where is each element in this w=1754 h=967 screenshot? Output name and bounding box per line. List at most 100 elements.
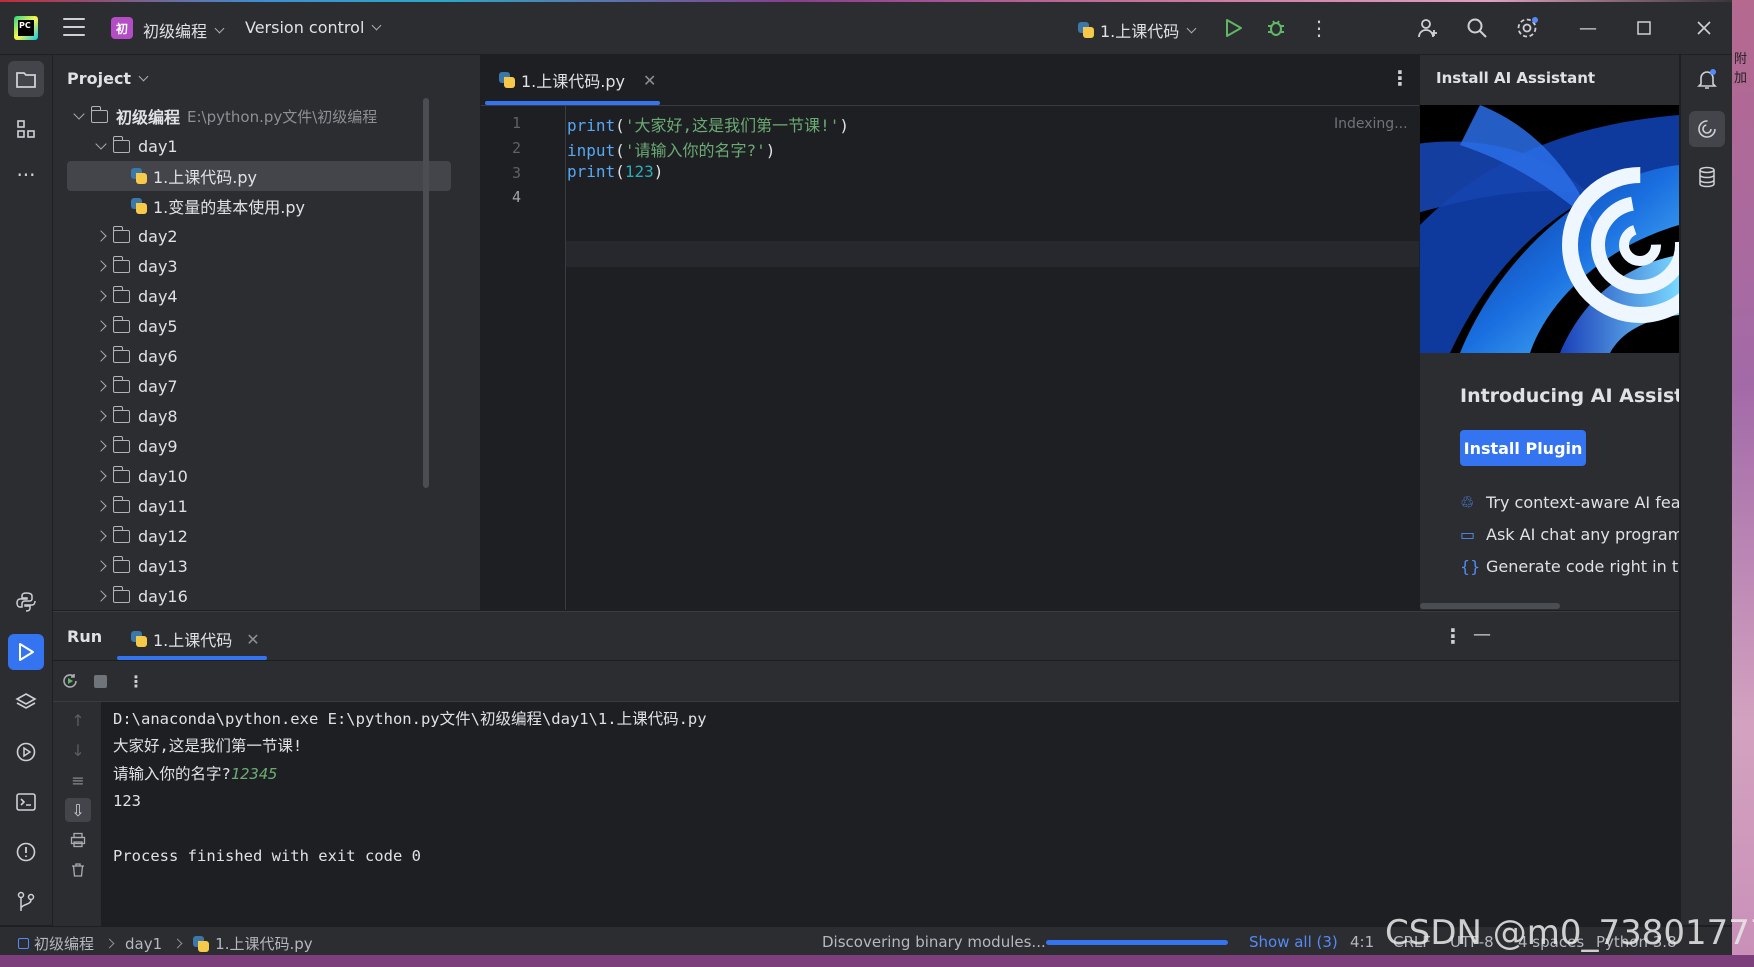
folder-label: day9	[138, 436, 178, 456]
problems-icon[interactable]	[8, 834, 44, 870]
close-tab-icon[interactable]: ✕	[246, 630, 259, 649]
code-function: print	[567, 162, 616, 181]
chat-bubble-icon: ▭	[1460, 525, 1476, 544]
tree-folder[interactable]: day7	[53, 371, 463, 401]
python-file-icon	[131, 168, 147, 184]
show-all-tasks-link[interactable]: Show all (3)	[1249, 933, 1338, 951]
layers-icon[interactable]	[8, 684, 44, 720]
rerun-icon[interactable]	[57, 669, 83, 693]
active-tab-indicator	[485, 101, 660, 105]
tree-file[interactable]: 1.变量的基本使用.py	[53, 191, 463, 221]
background-task-label[interactable]: Discovering binary modules...	[822, 933, 1046, 951]
soft-wrap-icon[interactable]: ≡	[65, 768, 91, 792]
ai-assistant-spiral-icon[interactable]	[1689, 111, 1725, 147]
more-tools-icon[interactable]: ···	[8, 157, 44, 193]
run-toolbar-more-icon[interactable]: ⋮	[123, 669, 149, 693]
trash-icon[interactable]	[65, 858, 91, 882]
pycharm-logo-icon: PC	[14, 16, 38, 40]
project-switcher[interactable]: 初级编程	[143, 18, 225, 42]
tree-folder[interactable]: day12	[53, 521, 463, 551]
hide-panel-icon[interactable]: —	[1473, 624, 1491, 645]
tree-folder[interactable]: day4	[53, 281, 463, 311]
collapse-arrow-icon	[95, 350, 107, 362]
git-branch-icon[interactable]	[8, 884, 44, 920]
run-tool-play-icon[interactable]	[8, 634, 44, 670]
progress-fill	[1046, 940, 1228, 945]
main-menu-icon[interactable]	[63, 18, 85, 36]
database-icon[interactable]	[1689, 159, 1725, 195]
editor-more-icon[interactable]: ⋮	[1390, 68, 1410, 88]
run-more-icon[interactable]: ⋮	[1443, 626, 1463, 646]
run-tab[interactable]: 1.上课代码 ✕	[131, 627, 260, 651]
console-line: D:\anaconda\python.exe E:\python.py文件\初级…	[113, 710, 707, 728]
left-tool-strip: ···	[0, 55, 53, 925]
project-panel: Project 初级编程 E:\python.py文件\初级编程 day1 1.…	[53, 55, 481, 610]
minimize-icon[interactable]: —	[1574, 14, 1602, 42]
breadcrumb: 初级编程 day1 1.上课代码.py	[18, 933, 313, 954]
caret-position[interactable]: 4:1	[1350, 933, 1374, 951]
install-plugin-button[interactable]: Install Plugin	[1460, 430, 1586, 466]
code-line[interactable]: print('大家好,这是我们第一节课!')	[567, 112, 849, 136]
notifications-bell-icon[interactable]	[1689, 61, 1725, 97]
tree-folder[interactable]: day5	[53, 311, 463, 341]
project-scrollbar[interactable]	[423, 98, 429, 488]
print-icon[interactable]	[65, 828, 91, 852]
scroll-down-arrow-icon[interactable]: ↓	[65, 738, 91, 762]
folder-icon	[112, 135, 130, 153]
close-window-icon[interactable]	[1690, 14, 1718, 42]
tree-folder[interactable]: day6	[53, 341, 463, 371]
scroll-up-arrow-icon[interactable]: ↑	[65, 708, 91, 732]
breadcrumb-item[interactable]: 1.上课代码.py	[215, 933, 312, 954]
folder-label: day7	[138, 376, 178, 396]
project-panel-header[interactable]: Project	[67, 69, 149, 88]
version-control-menu[interactable]: Version control	[245, 18, 382, 37]
python-file-icon	[131, 198, 147, 214]
tree-folder[interactable]: day9	[53, 431, 463, 461]
close-tab-icon[interactable]: ✕	[643, 71, 656, 90]
maximize-icon[interactable]	[1630, 14, 1658, 42]
stop-icon[interactable]	[87, 669, 113, 693]
folder-icon	[112, 525, 130, 543]
code-line[interactable]: input('请输入你的名字?')	[567, 137, 775, 161]
structure-icon[interactable]	[8, 111, 44, 147]
search-icon[interactable]	[1463, 14, 1491, 42]
chevron-right-icon	[172, 938, 183, 949]
run-button[interactable]	[1220, 14, 1248, 42]
folder-icon	[112, 585, 130, 603]
console-output[interactable]: D:\anaconda\python.exe E:\python.py文件\初级…	[113, 706, 707, 870]
folder-label: day6	[138, 346, 178, 366]
tree-root[interactable]: 初级编程 E:\python.py文件\初级编程	[53, 101, 463, 131]
run-config-selector[interactable]: 1.上课代码	[1078, 18, 1197, 42]
tree-folder[interactable]: day3	[53, 251, 463, 281]
tree-folder[interactable]: day11	[53, 491, 463, 521]
services-icon[interactable]	[8, 734, 44, 770]
tree-folder-day1[interactable]: day1	[53, 131, 463, 161]
ai-feature-label: Generate code right in the	[1486, 557, 1679, 576]
line-number: 4	[511, 188, 521, 206]
ai-panel-scrollbar[interactable]	[1420, 603, 1560, 609]
terminal-icon[interactable]	[8, 784, 44, 820]
editor-tab[interactable]: 1.上课代码.py ✕	[499, 68, 656, 92]
tree-folder[interactable]: day13	[53, 551, 463, 581]
tree-folder[interactable]: day8	[53, 401, 463, 431]
folder-label: day11	[138, 496, 188, 516]
project-tool-folder-icon[interactable]	[8, 61, 44, 97]
tree-folder[interactable]: day10	[53, 461, 463, 491]
breadcrumb-item[interactable]: 初级编程	[34, 933, 94, 954]
tree-folder[interactable]: day2	[53, 221, 463, 251]
tree-file-selected[interactable]: 1.上课代码.py	[67, 161, 451, 191]
collapse-arrow-icon	[95, 470, 107, 482]
tree-folder[interactable]: day16	[53, 581, 463, 610]
add-user-icon[interactable]	[1414, 14, 1442, 42]
code-line[interactable]: print(123)	[567, 162, 663, 181]
settings-gear-icon[interactable]	[1513, 14, 1541, 42]
code-braces-icon: {}	[1460, 557, 1481, 576]
collapse-arrow-icon	[95, 380, 107, 392]
python-packages-icon[interactable]	[8, 584, 44, 620]
scroll-to-end-icon[interactable]: ⇩	[65, 798, 91, 822]
debug-bug-icon[interactable]	[1262, 14, 1290, 42]
more-actions-icon[interactable]: ⋮	[1305, 14, 1333, 42]
sparkle-icon: ♲	[1460, 493, 1475, 512]
python-file-icon	[193, 935, 210, 952]
breadcrumb-item[interactable]: day1	[125, 935, 162, 953]
